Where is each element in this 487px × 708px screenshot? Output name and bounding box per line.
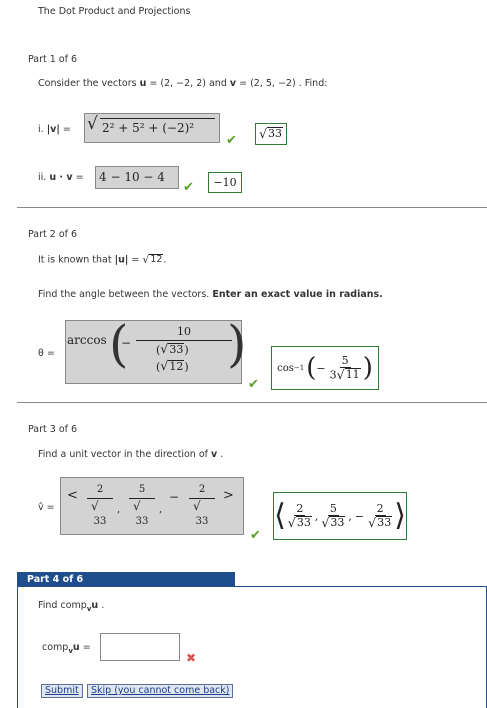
part3-label: v̂ =: [38, 502, 55, 513]
check-icon: ✔: [248, 377, 259, 392]
sqrt-icon: √: [193, 499, 201, 513]
part1-i-label: i. |v| =: [38, 124, 71, 135]
paren-right-icon: ): [227, 315, 247, 373]
part2-entry-den2: (√ 12): [156, 358, 189, 374]
check-icon: ✔: [226, 133, 237, 148]
part2-title: Part 2 of 6: [28, 229, 78, 240]
part2-answer: cos −1 ( − 5 3 √ 11 ): [271, 346, 379, 390]
part3-prompt: Find a unit vector in the direction of v…: [38, 449, 224, 460]
sqrt-icon: √: [133, 499, 141, 513]
part3-entry-minus: −: [169, 490, 180, 504]
part3-entry-num1: 2: [96, 484, 104, 495]
part1-i-entry-expr: 2² + 5² + (−2)²: [100, 118, 215, 135]
part2-find: Find the angle between the vectors. Ente…: [38, 289, 383, 300]
divider: [17, 207, 487, 208]
part3-entry-sep2: ,: [159, 504, 163, 515]
part2-entry-den1: (√ 33): [156, 341, 189, 357]
part1-ii-label: ii. u · v =: [38, 172, 84, 183]
fraction-bar: [136, 340, 232, 341]
part3-answer: ⟨ 2 √ 33 , 5 √ 33 , − 2 √ 33 ⟩: [273, 492, 407, 540]
divider: [17, 402, 487, 403]
part2-known: It is known that |u| = √ 12.: [38, 252, 167, 266]
part3-entry-rad3: 33: [195, 516, 209, 527]
part3-entry-rad2: 33: [135, 516, 149, 527]
sqrt-icon: √: [91, 499, 99, 513]
submit-button[interactable]: Submit: [41, 684, 83, 698]
part4-title: Part 4 of 6: [17, 572, 235, 587]
part2-entry-fn: arccos: [67, 333, 107, 347]
angle-open-icon: <: [67, 488, 78, 503]
part3-entry-sep1: ,: [117, 504, 121, 515]
part2-entry-num: 10: [177, 325, 191, 338]
check-icon: ✔: [250, 528, 261, 543]
part1-title: Part 1 of 6: [28, 54, 78, 65]
part1-ii-entry[interactable]: 4 − 10 − 4: [95, 166, 179, 189]
part1-i-entry[interactable]: √ 2² + 5² + (−2)²: [84, 113, 220, 143]
part1-i-answer: √ 33: [255, 123, 287, 145]
check-icon: ✔: [183, 180, 194, 195]
part2-entry-minus: −: [121, 336, 132, 350]
part2-theta-label: θ =: [38, 348, 55, 359]
part3-entry[interactable]: < 2 √ 33 , 5 √ 33 , − 2 √ 33 >: [60, 477, 244, 535]
part2-entry[interactable]: arccos ( − 10 (√ 33) (√ 12) ): [65, 319, 247, 384]
part4-prompt: Find compvu .: [38, 600, 105, 613]
part3-title: Part 3 of 6: [28, 424, 78, 435]
part3-entry-num3: 2: [198, 484, 206, 495]
part3-entry-rad1: 33: [93, 516, 107, 527]
skip-button[interactable]: Skip (you cannot come back): [87, 684, 234, 698]
part4-label: compvu =: [42, 642, 91, 655]
angle-close-icon: >: [223, 488, 234, 503]
part4-answer-input[interactable]: [100, 633, 180, 661]
page-title: The Dot Product and Projections: [38, 6, 191, 17]
cross-icon: ✖: [186, 651, 197, 665]
sqrt-icon: √: [87, 114, 98, 134]
part1-ii-answer: −10: [208, 172, 242, 193]
part3-entry-num2: 5: [138, 484, 146, 495]
part1-prompt: Consider the vectors u = (2, −2, 2) and …: [38, 78, 328, 89]
